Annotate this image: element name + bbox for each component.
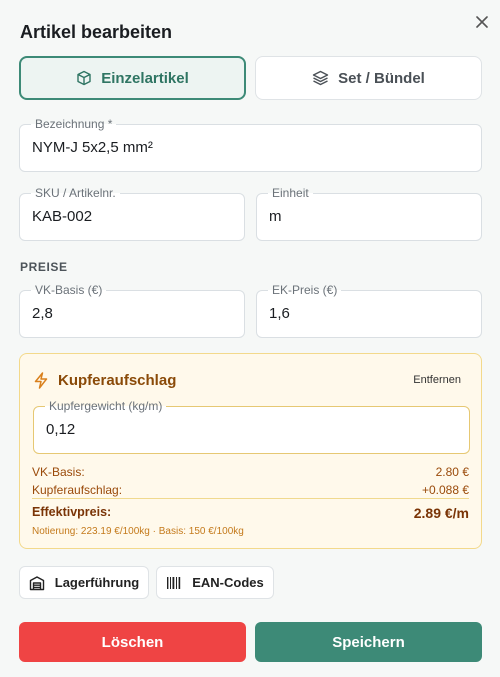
cube-icon (77, 70, 91, 86)
warehouse-icon (29, 575, 44, 590)
effective-price-label: Effektivpreis: (32, 505, 112, 519)
summary-row-surcharge: Kupferaufschlag: +0.088 € (32, 483, 469, 497)
name-field[interactable]: Bezeichnung * NYM-J 5x2,5 mm² (19, 117, 482, 172)
ek-price-field[interactable]: EK-Preis (€) 1,6 (256, 283, 482, 338)
set-bundle-label: Set / Bündel (338, 69, 425, 87)
prices-section-label: PREISE (20, 260, 68, 274)
copper-surcharge-title: Kupferaufschlag (58, 372, 177, 389)
edit-article-dialog: Artikel bearbeiten Einzelartikel Set / B… (0, 0, 500, 677)
layers-icon (312, 70, 329, 86)
stock-management-button[interactable]: Lagerführung (19, 566, 149, 599)
summary-row-label: VK-Basis: (32, 465, 85, 479)
copper-weight-value: 0,12 (46, 421, 76, 438)
set-bundle-toggle[interactable]: Set / Bündel (255, 56, 482, 100)
summary-row-value: +0.088 € (421, 483, 469, 497)
ek-price-label: EK-Preis (€) (268, 283, 342, 297)
unit-field-label: Einheit (268, 186, 313, 200)
summary-divider (32, 498, 469, 499)
remove-copper-button[interactable]: Entfernen (413, 374, 461, 386)
effective-price-row: Effektivpreis: 2.89 €/m (32, 505, 469, 521)
vk-price-value: 2,8 (32, 305, 53, 322)
vk-price-label: VK-Basis (€) (31, 283, 107, 297)
stock-management-label: Lagerführung (54, 575, 140, 590)
ek-price-value: 1,6 (269, 305, 290, 322)
lightning-icon (34, 372, 48, 389)
ean-codes-label: EAN-Codes (192, 575, 264, 590)
summary-row-vk: VK-Basis: 2.80 € (32, 465, 469, 479)
sku-field-label: SKU / Artikelnr. (31, 186, 120, 200)
sku-field[interactable]: SKU / Artikelnr. KAB-002 (19, 186, 245, 241)
copper-surcharge-header: Kupferaufschlag (34, 372, 176, 389)
barcode-icon (167, 576, 181, 589)
name-field-label: Bezeichnung * (31, 117, 117, 131)
single-article-toggle[interactable]: Einzelartikel (19, 56, 246, 100)
close-icon (476, 16, 488, 28)
sku-field-value: KAB-002 (32, 208, 93, 225)
summary-row-value: 2.80 € (435, 465, 469, 479)
save-button[interactable]: Speichern (255, 622, 482, 662)
unit-field[interactable]: Einheit m (256, 186, 482, 241)
copper-weight-label: Kupfergewicht (kg/m) (45, 399, 167, 413)
ean-codes-button[interactable]: EAN-Codes (156, 566, 274, 599)
copper-surcharge-panel: Kupferaufschlag Entfernen Kupfergewicht … (19, 353, 482, 549)
copper-quote-note: Notierung: 223.19 €/100kg · Basis: 150 €… (32, 526, 244, 537)
single-article-label: Einzelartikel (101, 69, 189, 87)
copper-weight-field[interactable]: Kupfergewicht (kg/m) 0,12 (33, 399, 470, 454)
unit-field-value: m (269, 208, 282, 225)
summary-row-label: Kupferaufschlag: (32, 483, 123, 497)
vk-price-field[interactable]: VK-Basis (€) 2,8 (19, 283, 245, 338)
close-button[interactable] (472, 12, 492, 32)
dialog-title: Artikel bearbeiten (20, 22, 173, 42)
name-field-value: NYM-J 5x2,5 mm² (32, 139, 153, 156)
delete-button[interactable]: Löschen (19, 622, 246, 662)
effective-price-value: 2.89 €/m (413, 505, 469, 521)
